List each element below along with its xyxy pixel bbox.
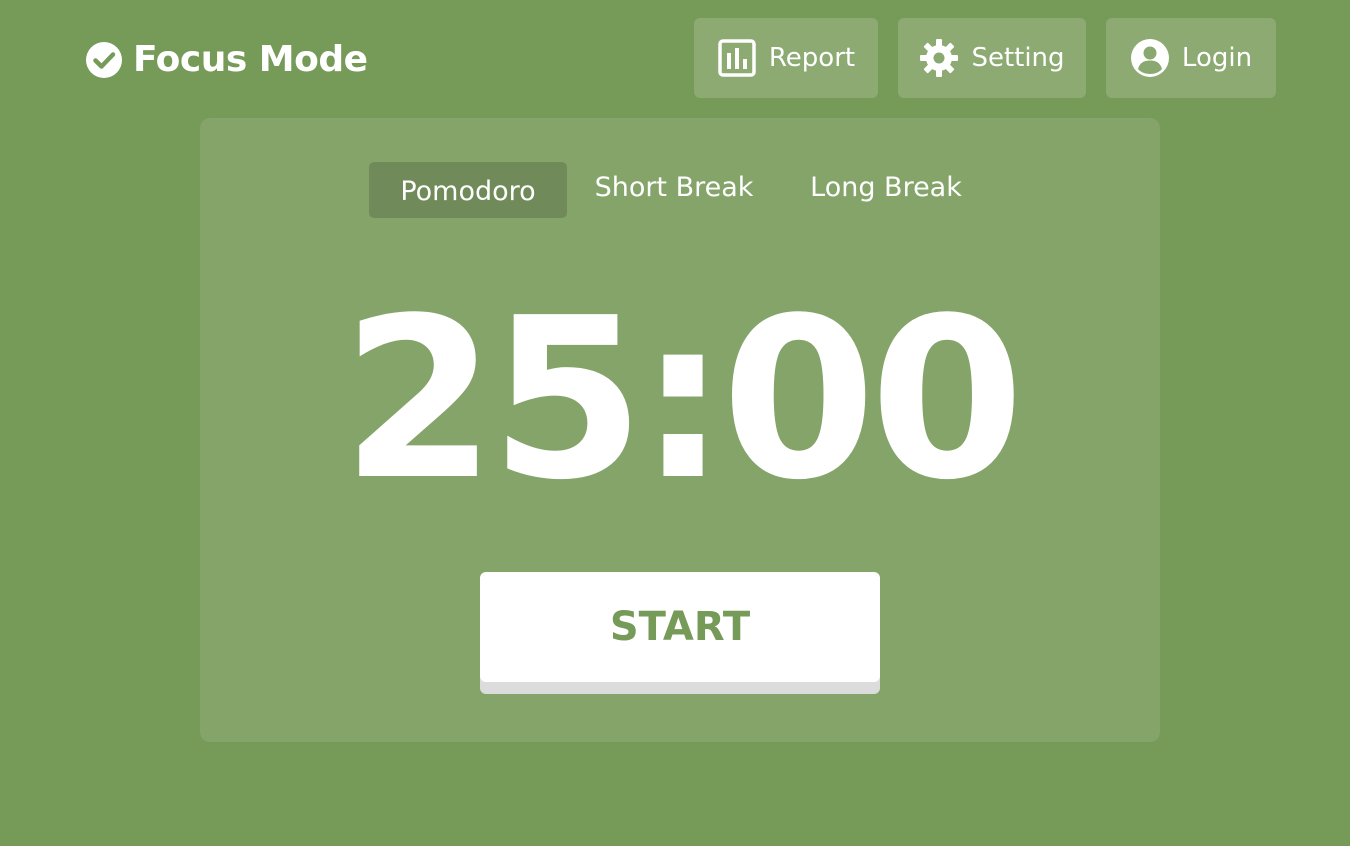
gear-icon bbox=[920, 39, 959, 77]
bar-chart-icon bbox=[718, 39, 756, 77]
app-title: Focus Mode bbox=[133, 39, 368, 80]
report-button[interactable]: Report bbox=[694, 18, 878, 98]
timer-card: Pomodoro Short Break Long Break 25:00 ST… bbox=[200, 118, 1160, 742]
start-button[interactable]: START bbox=[480, 572, 880, 682]
tab-short-break[interactable]: Short Break bbox=[580, 162, 768, 218]
tab-long-break[interactable]: Long Break bbox=[796, 162, 976, 218]
user-circle-icon bbox=[1130, 39, 1169, 77]
mode-tabs: Pomodoro Short Break Long Break bbox=[200, 162, 1160, 218]
setting-button-label: Setting bbox=[971, 43, 1065, 73]
timer-display: 25:00 bbox=[341, 271, 1025, 529]
header: Focus Mode Report Setting Login bbox=[0, 0, 1350, 110]
login-button-label: Login bbox=[1181, 43, 1253, 73]
setting-button[interactable]: Setting bbox=[898, 18, 1086, 98]
brand[interactable]: Focus Mode bbox=[85, 38, 368, 82]
tab-pomodoro[interactable]: Pomodoro bbox=[369, 162, 567, 218]
report-button-label: Report bbox=[768, 43, 856, 73]
check-circle-icon bbox=[86, 42, 122, 78]
login-button[interactable]: Login bbox=[1106, 18, 1276, 98]
